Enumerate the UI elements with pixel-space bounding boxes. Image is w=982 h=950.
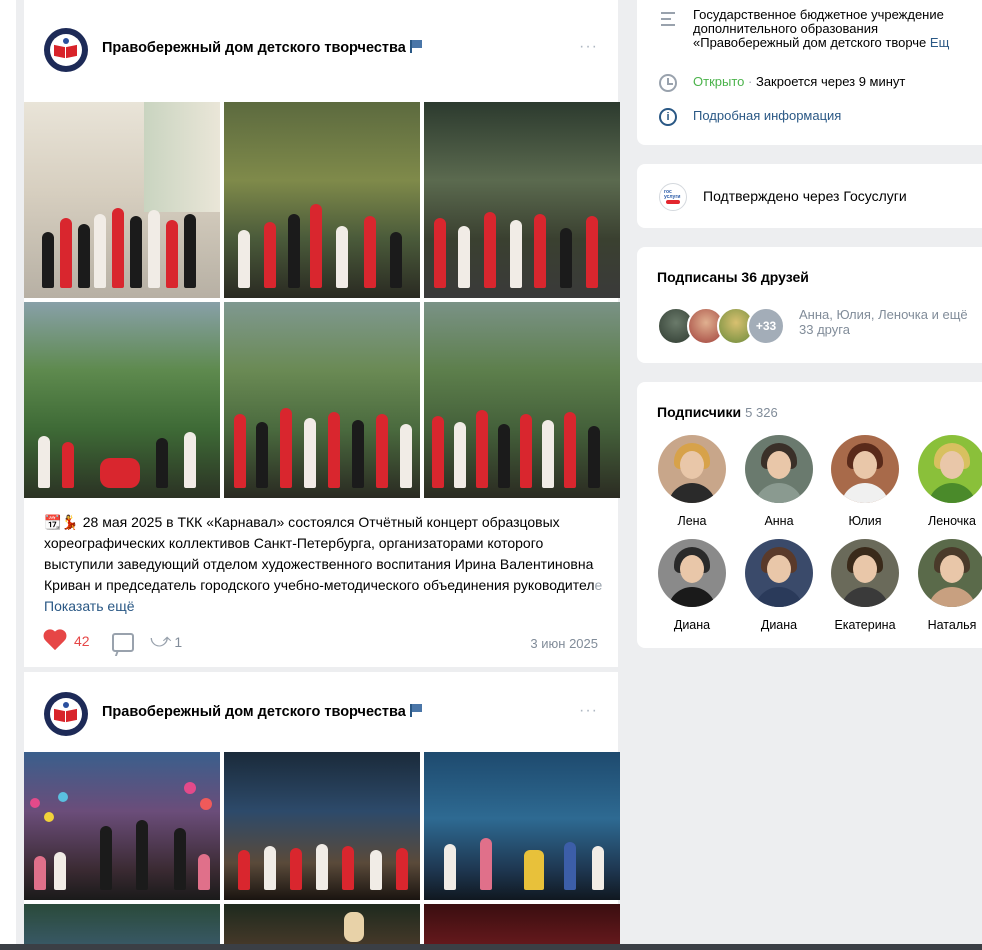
subscriber-avatar	[658, 539, 726, 607]
post-date[interactable]: 3 июн 2025	[530, 636, 598, 651]
gosuslugi-icon: гос услуги	[659, 183, 687, 211]
post-photo[interactable]	[224, 752, 420, 900]
like-button[interactable]: 42	[44, 630, 90, 656]
separator: ·	[748, 74, 753, 89]
info-card: Государственное бюджетное учреждение доп…	[637, 0, 982, 145]
clock-icon	[659, 74, 677, 92]
more-options-icon[interactable]: ···	[579, 38, 598, 56]
calendar-dancer-emoji-icon: 📆💃	[44, 514, 79, 530]
group-avatar[interactable]	[44, 692, 88, 736]
verified-flag-icon	[409, 704, 422, 717]
post: Правобережный дом детского творчества ··…	[24, 0, 620, 667]
subscriber-avatar	[745, 539, 813, 607]
post-text: 📆💃 28 мая 2025 в ТКК «Карнавал» состоялс…	[44, 512, 604, 617]
subscriber-avatar	[745, 435, 813, 503]
subscriber-avatar	[831, 539, 899, 607]
share-icon: ⤻	[150, 630, 172, 652]
friends-names-line: 33 друга	[799, 322, 850, 337]
subscriber-name: Екатерина	[834, 618, 896, 632]
subscribers-title-text: Подписчики	[657, 404, 742, 420]
group-name-text: Правобережный дом детского творчества	[102, 40, 406, 56]
subscribers-count: 5 326	[745, 405, 778, 420]
subscriber[interactable]: Леночка	[917, 435, 982, 528]
post-photo[interactable]	[424, 302, 620, 498]
subscriber[interactable]: Наталья	[917, 539, 982, 632]
feed: Правобережный дом детского творчества ··…	[24, 0, 620, 950]
subscriber-name: Леночка	[928, 514, 976, 528]
friends-names: Анна, Юлия, Леночка и ещё 33 друга	[799, 307, 968, 337]
post-text-body: 28 мая 2025 в ТКК «Карнавал» состоялся О…	[44, 514, 595, 593]
subscriber-name: Диана	[673, 618, 711, 632]
show-more-link[interactable]: Показать ещё	[44, 598, 135, 614]
post-actions: 42 ⤻ 1 3 июн 2025	[44, 628, 600, 658]
post-photo[interactable]	[424, 102, 620, 298]
share-count: 1	[174, 633, 183, 650]
like-count: 42	[74, 633, 90, 649]
post-photo[interactable]	[224, 302, 420, 498]
group-avatar[interactable]	[44, 28, 88, 72]
subscriber-name: Наталья	[927, 618, 977, 632]
subscriber[interactable]: Анна	[744, 435, 814, 528]
post-photo[interactable]	[24, 752, 220, 900]
description-line: дополнительного образования	[693, 21, 879, 36]
subscribers-title[interactable]: Подписчики 5 326	[657, 404, 778, 420]
description-line: Государственное бюджетное учреждение	[693, 7, 944, 22]
post-photo[interactable]	[24, 102, 220, 298]
subscriber-avatar	[831, 435, 899, 503]
closes-text: Закроется через 9 минут	[755, 74, 906, 89]
subscriber-name: Лена	[677, 514, 707, 528]
friends-card[interactable]: Подписаны 36 друзей +33 Анна, Юлия, Лено…	[637, 247, 982, 363]
gosuslugi-card[interactable]: гос услуги Подтверждено через Госуслуги	[637, 164, 982, 228]
open-status[interactable]: Открыто	[693, 74, 744, 89]
friends-names-line: Анна, Юлия, Леночка и ещё	[799, 307, 968, 322]
verified-flag-icon	[409, 40, 422, 53]
subscriber-avatar	[658, 435, 726, 503]
subscriber-name: Юлия	[848, 514, 882, 528]
subscriber-name: Диана	[760, 618, 798, 632]
subscriber-name: Анна	[764, 514, 794, 528]
gosuslugi-label: Подтверждено через Госуслуги	[703, 188, 907, 204]
description-more-link[interactable]: Ещ	[930, 35, 949, 50]
post-photo[interactable]	[24, 302, 220, 498]
description-icon	[661, 12, 675, 26]
subscriber[interactable]: Диана	[744, 539, 814, 632]
post-photo[interactable]	[424, 752, 620, 900]
post-text-fade: е	[594, 577, 603, 593]
friends-more-badge[interactable]: +33	[747, 307, 785, 345]
subscriber[interactable]: Екатерина	[830, 539, 900, 632]
heart-icon	[44, 630, 68, 652]
group-name-link[interactable]: Правобережный дом детского творчества	[102, 704, 422, 720]
friends-title[interactable]: Подписаны 36 друзей	[657, 269, 809, 285]
taskbar	[0, 944, 982, 950]
left-gap	[16, 0, 24, 950]
group-name-link[interactable]: Правобережный дом детского творчества	[102, 40, 422, 56]
subscriber[interactable]: Лена	[657, 435, 727, 528]
subscribers-card: Подписчики 5 326 Лена Анна Юлия Леночка Д…	[637, 382, 982, 648]
info-icon: i	[659, 108, 677, 126]
details-link[interactable]: Подробная информация	[693, 109, 841, 123]
subscriber[interactable]: Диана	[657, 539, 727, 632]
group-name-text: Правобережный дом детского творчества	[102, 704, 406, 720]
description-line: «Правобережный дом детского творче	[693, 35, 927, 50]
more-options-icon[interactable]: ···	[579, 702, 598, 720]
post-header: Правобережный дом детского творчества ··…	[44, 26, 598, 76]
post: Правобережный дом детского творчества ··…	[24, 672, 620, 950]
left-margin	[0, 0, 16, 950]
post-photo[interactable]	[224, 102, 420, 298]
share-button[interactable]: ⤻ 1	[150, 630, 182, 653]
comment-icon[interactable]	[112, 633, 134, 652]
subscriber[interactable]: Юлия	[830, 435, 900, 528]
subscriber-avatar	[918, 435, 982, 503]
subscriber-avatar	[918, 539, 982, 607]
post-header: Правобережный дом детского творчества ··…	[44, 690, 598, 740]
